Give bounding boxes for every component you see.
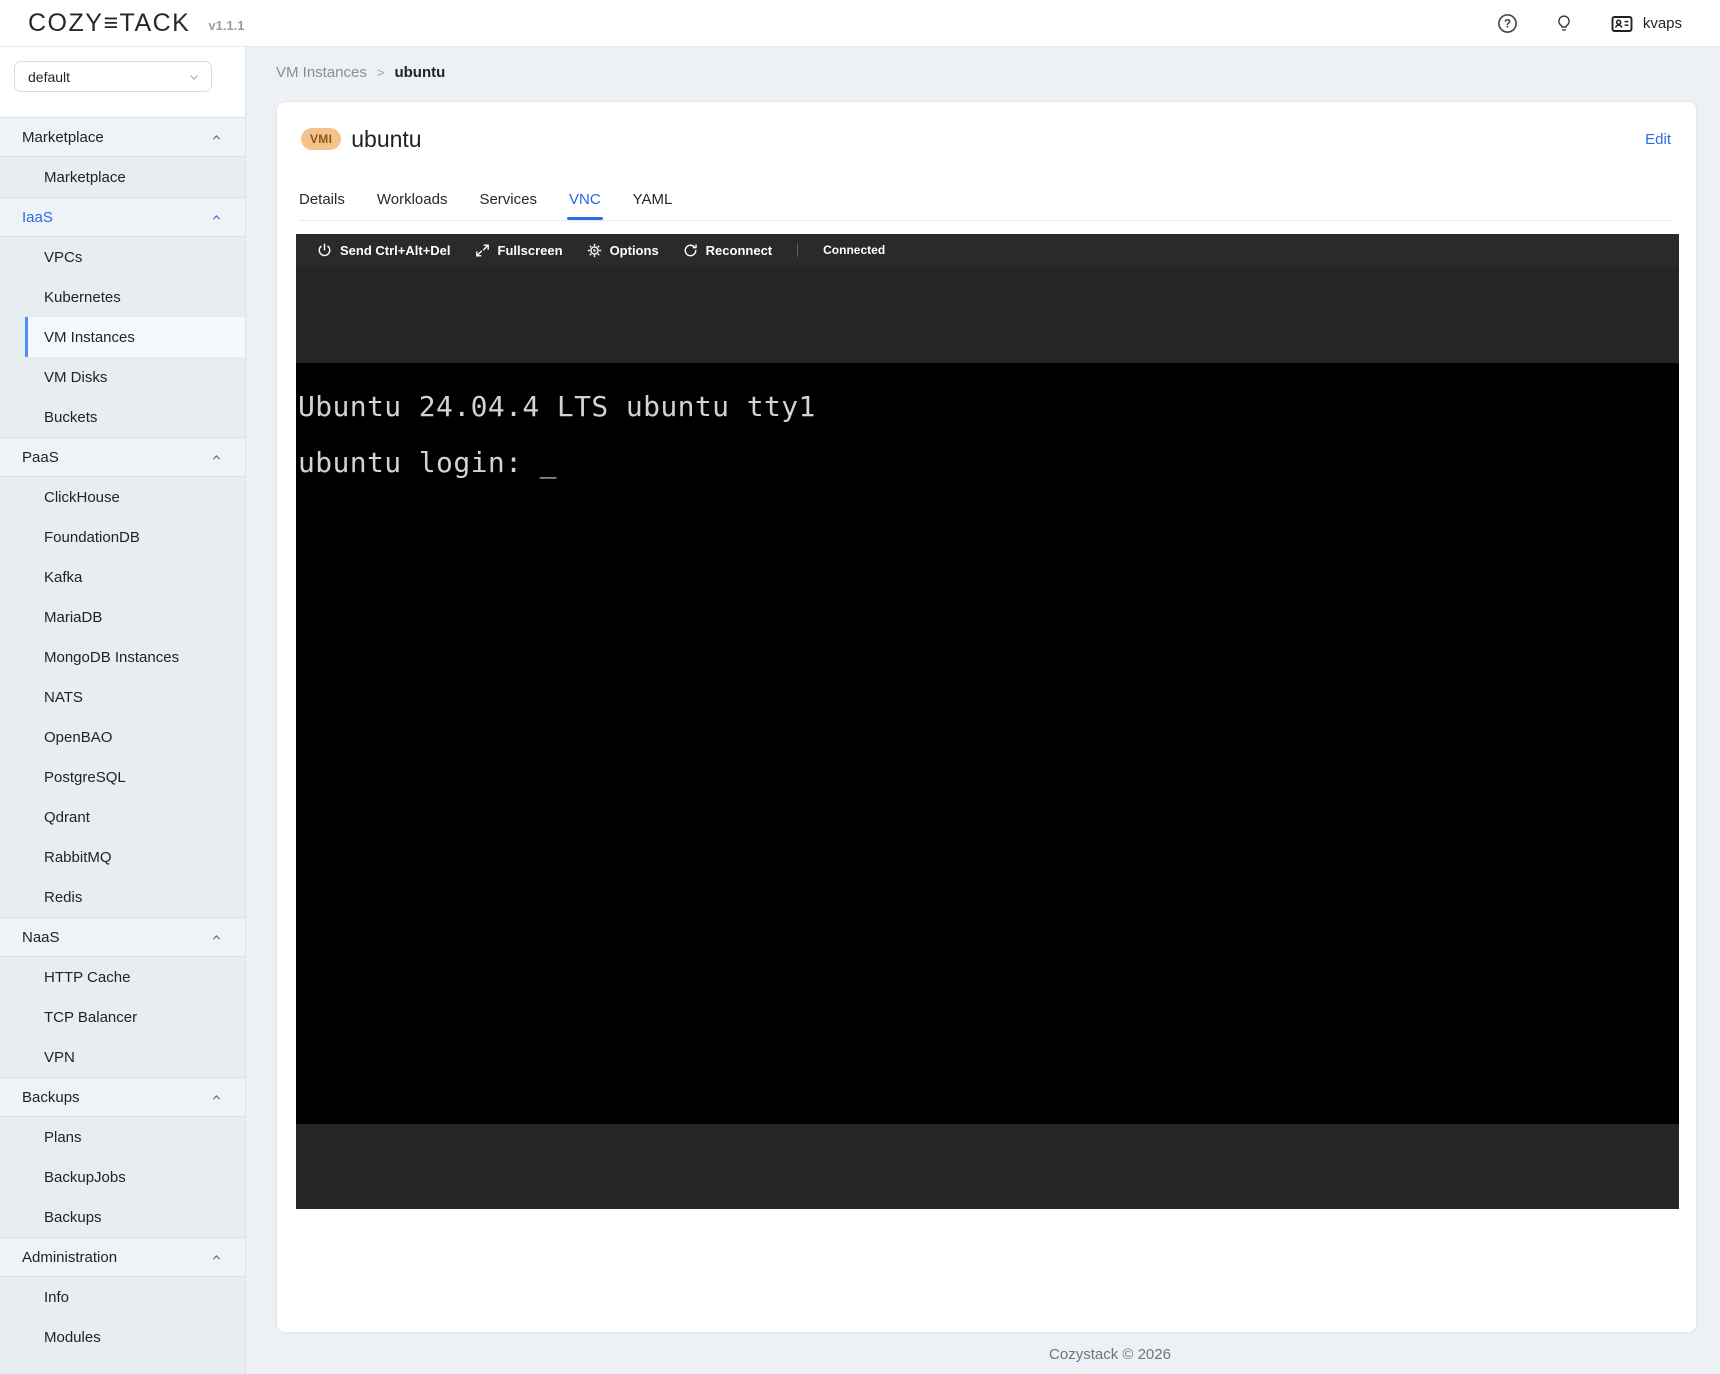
chevron-up-icon: [210, 451, 223, 464]
sidebar-item-openbao[interactable]: OpenBAO: [0, 717, 245, 757]
sidebar-section-label: IaaS: [22, 209, 53, 226]
tab-vnc[interactable]: VNC: [569, 179, 601, 220]
sidebar-item-backups[interactable]: Backups: [0, 1197, 245, 1237]
sidebar-item-tcp-balancer[interactable]: TCP Balancer: [0, 997, 245, 1037]
sidebar-item-http-cache[interactable]: HTTP Cache: [0, 957, 245, 997]
reconnect-button[interactable]: Reconnect: [682, 242, 772, 259]
terminal-line: Ubuntu 24.04.4 LTS ubuntu tty1: [298, 393, 1679, 421]
sidebar-item-modules[interactable]: Modules: [0, 1317, 245, 1357]
sidebar-item-buckets[interactable]: Buckets: [0, 397, 245, 437]
sidebar-item-info[interactable]: Info: [0, 1277, 245, 1317]
reconnect-label: Reconnect: [706, 243, 772, 258]
reconnect-icon: [682, 242, 699, 259]
chevron-up-icon: [210, 131, 223, 144]
toolbar-divider: [797, 243, 798, 257]
sidebar-section-label: PaaS: [22, 449, 59, 466]
sidebar-item-rabbitmq[interactable]: RabbitMQ: [0, 837, 245, 877]
sidebar-section-label: Administration: [22, 1249, 117, 1266]
footer-copyright: Cozystack © 2026: [500, 1346, 1720, 1363]
sidebar-section-label: Backups: [22, 1089, 80, 1106]
sidebar-item-foundationdb[interactable]: FoundationDB: [0, 517, 245, 557]
chevron-up-icon: [210, 1091, 223, 1104]
page-title: ubuntu: [351, 126, 421, 153]
vnc-toolbar: Send Ctrl+Alt+Del Fullscreen Options Rec…: [296, 234, 1679, 266]
help-icon[interactable]: ?: [1497, 13, 1518, 34]
vnc-screen[interactable]: Ubuntu 24.04.4 LTS ubuntu tty1 ubuntu lo…: [296, 266, 1679, 1209]
namespace-select[interactable]: default: [14, 61, 212, 92]
sidebar-section-label: NaaS: [22, 929, 60, 946]
sidebar-item-qdrant[interactable]: Qdrant: [0, 797, 245, 837]
terminal-output: Ubuntu 24.04.4 LTS ubuntu tty1 ubuntu lo…: [296, 363, 1679, 477]
sidebar-section-backups[interactable]: Backups: [0, 1077, 245, 1117]
gear-icon: [586, 242, 603, 259]
sidebar-item-vm-disks[interactable]: VM Disks: [0, 357, 245, 397]
sidebar-item-marketplace[interactable]: Marketplace: [0, 157, 245, 197]
sidebar-item-mariadb[interactable]: MariaDB: [0, 597, 245, 637]
sidebar-section-paas[interactable]: PaaS: [0, 437, 245, 477]
tab-yaml[interactable]: YAML: [633, 179, 673, 220]
sidebar-item-kubernetes[interactable]: Kubernetes: [0, 277, 245, 317]
chevron-up-icon: [210, 931, 223, 944]
sidebar-item-postgresql[interactable]: PostgreSQL: [0, 757, 245, 797]
vnc-status: Connected: [823, 243, 885, 257]
options-button[interactable]: Options: [586, 242, 659, 259]
vnc-panel: Send Ctrl+Alt+Del Fullscreen Options Rec…: [296, 234, 1679, 1209]
breadcrumb-vm-instances-link[interactable]: VM Instances: [276, 64, 367, 81]
sidebar-item-mongodb-instances[interactable]: MongoDB Instances: [0, 637, 245, 677]
app-logo[interactable]: COZY≡TACK: [28, 9, 190, 38]
sidebar-section-iaas[interactable]: IaaS: [0, 197, 245, 237]
terminal-line: ubuntu login: _: [298, 449, 1679, 477]
sidebar-top: default: [0, 47, 245, 117]
send-ctrl-alt-del-button[interactable]: Send Ctrl+Alt+Del: [316, 242, 451, 259]
namespace-select-value: default: [28, 69, 187, 85]
sidebar-item-redis[interactable]: Redis: [0, 877, 245, 917]
top-header: COZY≡TACK v1.1.1 ? kvaps: [0, 0, 1720, 47]
vmi-badge: VMI: [301, 128, 341, 150]
breadcrumb-current: ubuntu: [394, 64, 445, 81]
breadcrumb-separator: >: [377, 65, 385, 80]
sidebar-item-backupjobs[interactable]: BackupJobs: [0, 1157, 245, 1197]
sidebar-item-vpcs[interactable]: VPCs: [0, 237, 245, 277]
chevron-up-icon: [210, 211, 223, 224]
sidebar-section-label: Marketplace: [22, 129, 104, 146]
edit-button[interactable]: Edit: [1645, 131, 1671, 148]
sidebar-section-administration[interactable]: Administration: [0, 1237, 245, 1277]
power-icon: [316, 242, 333, 259]
send-ctrl-alt-del-label: Send Ctrl+Alt+Del: [340, 243, 451, 258]
sidebar-item-vpn[interactable]: VPN: [0, 1037, 245, 1077]
sidebar-item-clickhouse[interactable]: ClickHouse: [0, 477, 245, 517]
svg-text:?: ?: [1504, 19, 1511, 31]
app-root: COZY≡TACK v1.1.1 ? kvaps default: [0, 0, 1720, 1374]
user-name: kvaps: [1643, 15, 1682, 32]
card-header: VMI ubuntu Edit: [301, 124, 1671, 154]
sidebar-item-nats[interactable]: NATS: [0, 677, 245, 717]
tab-workloads[interactable]: Workloads: [377, 179, 448, 220]
terminal-line: [298, 421, 1679, 449]
tab-services[interactable]: Services: [479, 179, 537, 220]
user-menu[interactable]: kvaps: [1610, 12, 1682, 36]
sidebar-section-marketplace[interactable]: Marketplace: [0, 117, 245, 157]
vnc-framebuffer: Ubuntu 24.04.4 LTS ubuntu tty1 ubuntu lo…: [296, 363, 1679, 1124]
fullscreen-button[interactable]: Fullscreen: [474, 242, 563, 259]
user-badge-icon: [1610, 12, 1634, 36]
chevron-down-icon: [187, 70, 201, 84]
tab-details[interactable]: Details: [299, 179, 345, 220]
sidebar-item-plans[interactable]: Plans: [0, 1117, 245, 1157]
sidebar-item-kafka[interactable]: Kafka: [0, 557, 245, 597]
breadcrumb: VM Instances > ubuntu: [276, 61, 445, 83]
lightbulb-icon[interactable]: [1554, 13, 1574, 34]
sidebar-item-vm-instances[interactable]: VM Instances: [25, 317, 245, 357]
sidebar-section-naas[interactable]: NaaS: [0, 917, 245, 957]
header-actions: ? kvaps: [1497, 0, 1682, 47]
fullscreen-icon: [474, 242, 491, 259]
fullscreen-label: Fullscreen: [498, 243, 563, 258]
vm-detail-card: VMI ubuntu Edit Details Workloads Servic…: [276, 101, 1697, 1333]
app-version: v1.1.1: [208, 14, 244, 33]
chevron-up-icon: [210, 1251, 223, 1264]
sidebar: default Marketplace Marketplace IaaS VPC…: [0, 47, 246, 1374]
options-label: Options: [610, 243, 659, 258]
tab-bar: Details Workloads Services VNC YAML: [299, 179, 1673, 221]
